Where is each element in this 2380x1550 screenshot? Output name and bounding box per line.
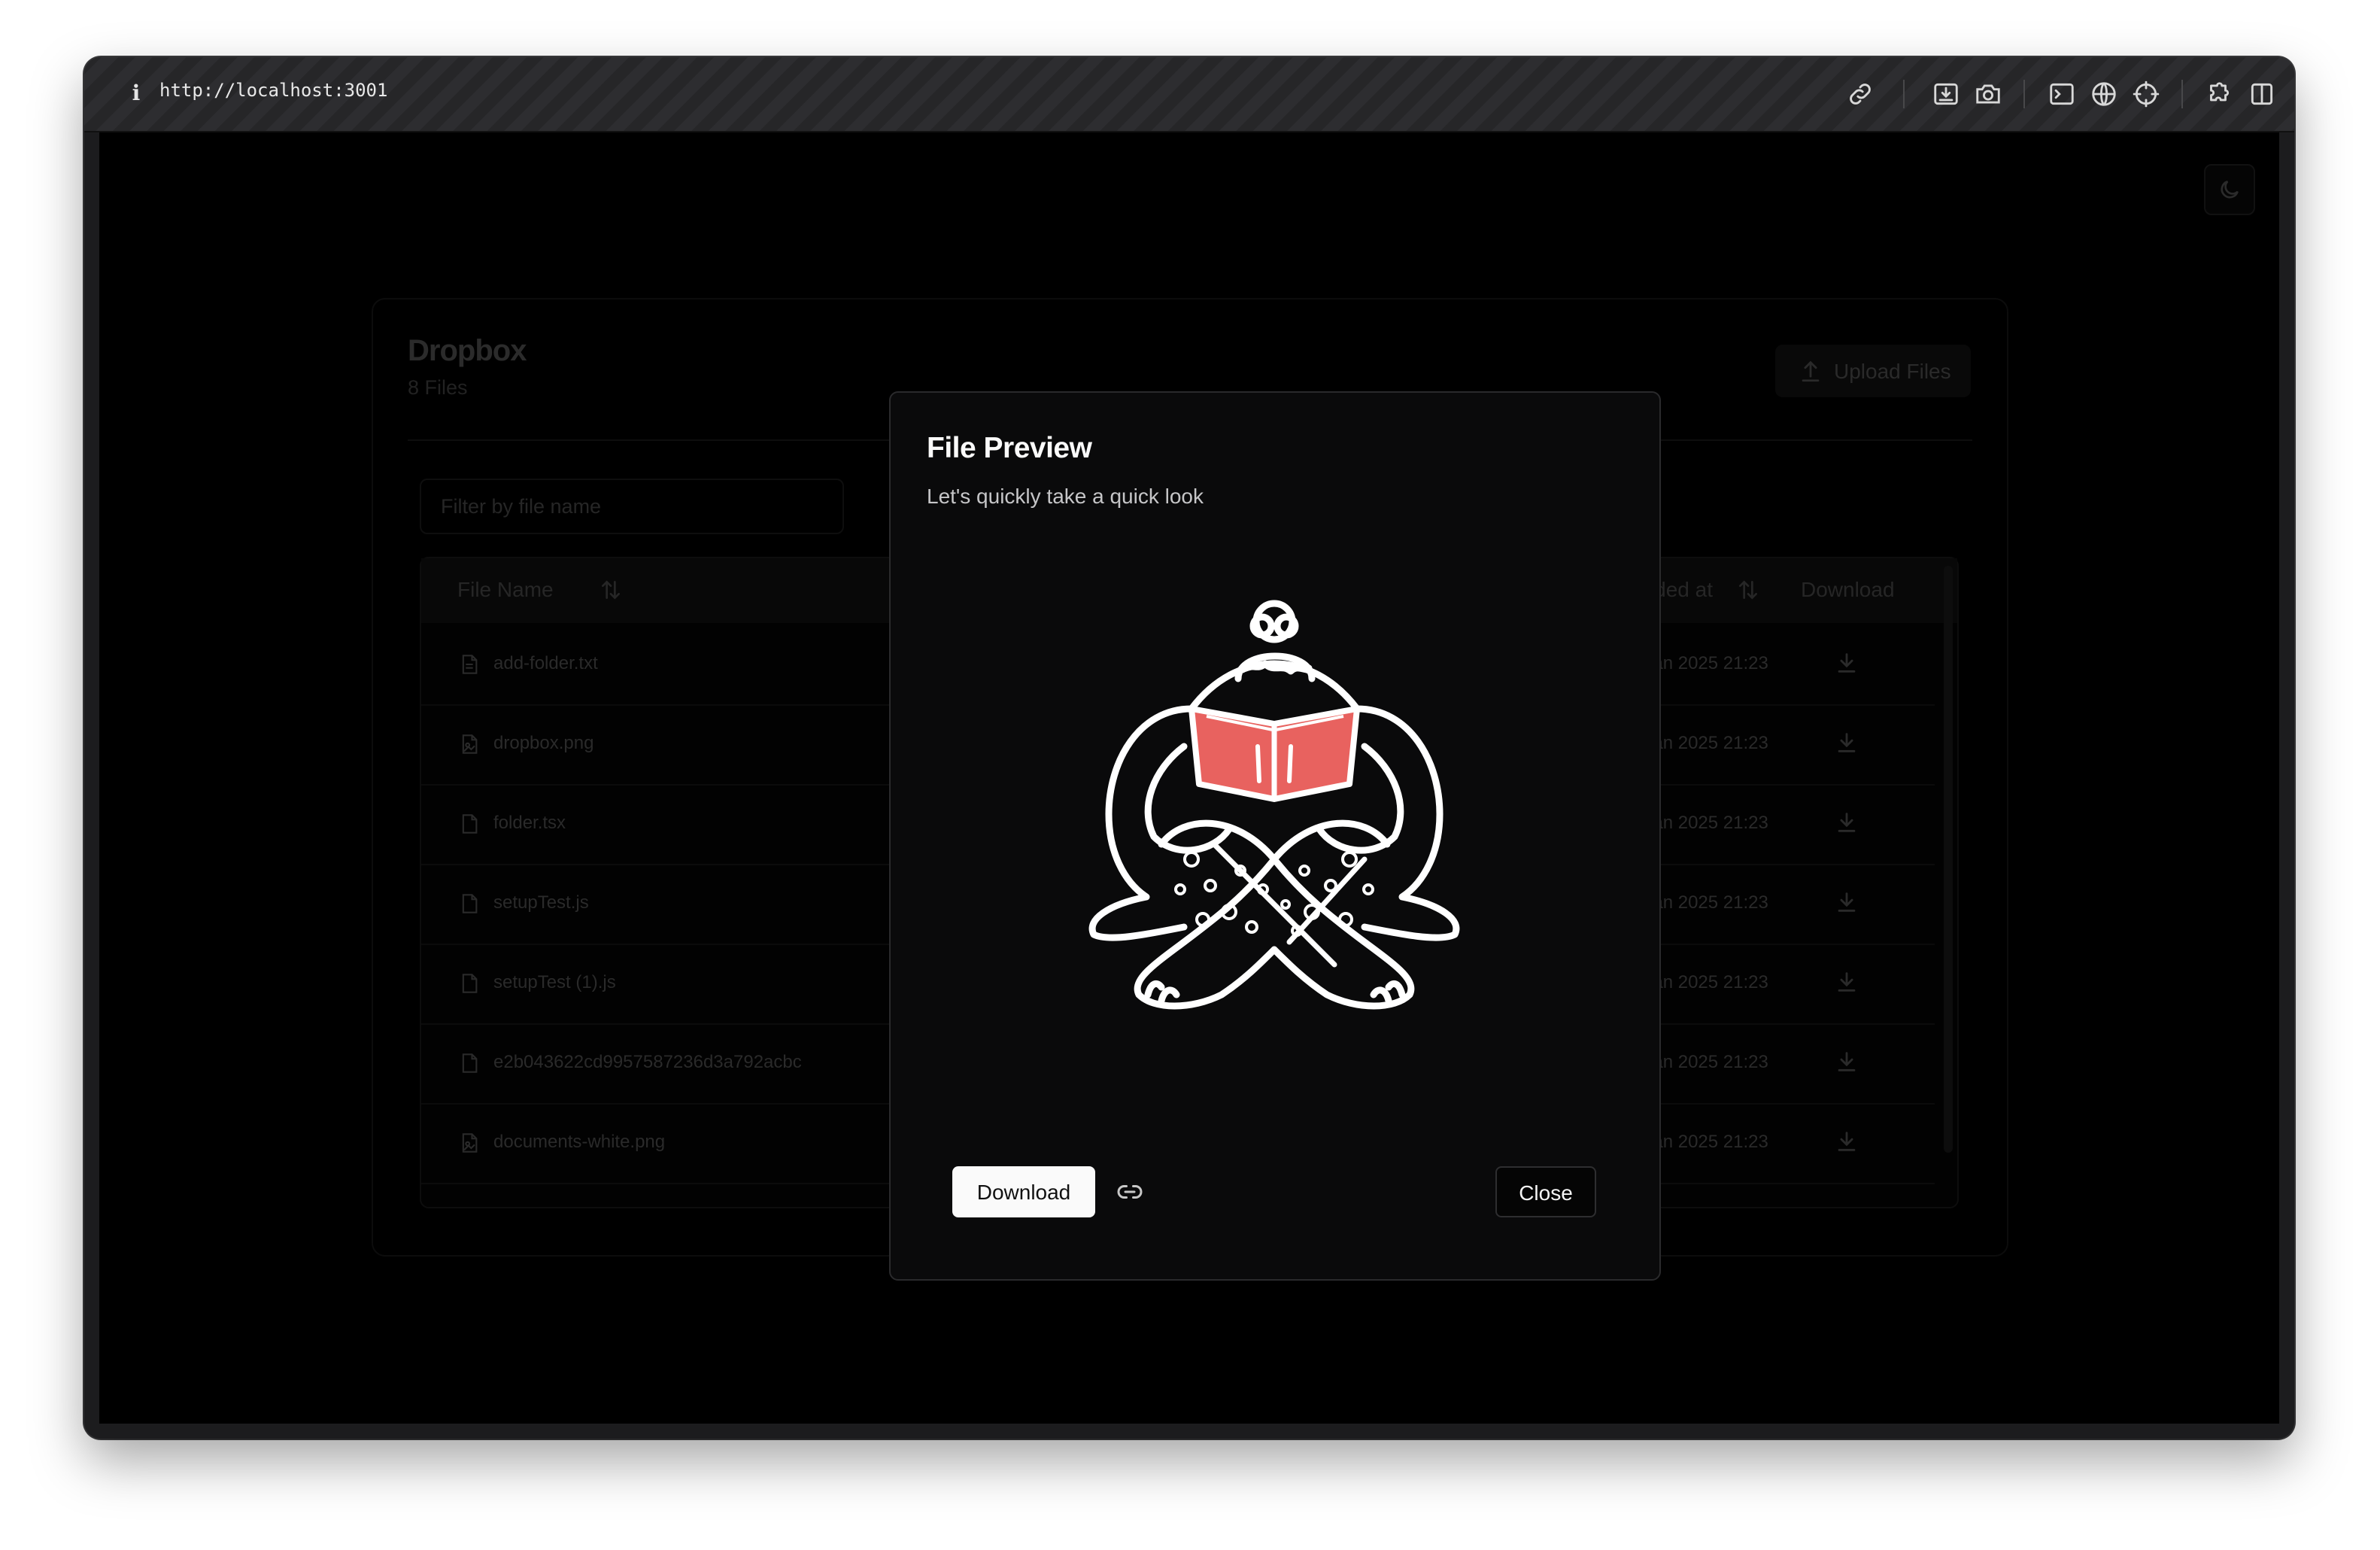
filter-field[interactable]: [420, 479, 844, 534]
download-icon[interactable]: [1834, 1049, 1859, 1074]
link-icon[interactable]: [1846, 80, 1875, 108]
globe-icon[interactable]: [2090, 80, 2118, 108]
page-viewport: Dropbox 8 Files Upload Files File Name U…: [99, 132, 2279, 1424]
toolbar-divider: [2181, 80, 2183, 108]
moon-icon: [2221, 181, 2239, 199]
file-icon: [462, 814, 478, 834]
image-file-icon: [462, 734, 478, 754]
upload-files-button[interactable]: Upload Files: [1775, 345, 1971, 397]
file-icon: [462, 894, 478, 913]
download-icon[interactable]: [1834, 730, 1859, 755]
filter-input[interactable]: [439, 491, 818, 522]
toolbar-divider: [1903, 80, 1905, 108]
file-name[interactable]: setupTest.js: [493, 892, 589, 913]
download-tray-icon[interactable]: [1932, 80, 1960, 108]
terminal-icon[interactable]: [2048, 80, 2076, 108]
crosshair-icon[interactable]: [2132, 80, 2160, 108]
browser-toolbar: i http://localhost:3001: [84, 57, 2294, 132]
page-title: Dropbox: [408, 334, 527, 367]
theme-toggle-button[interactable]: [2204, 164, 2255, 215]
dialog-subtitle: Let's quickly take a quick look: [927, 485, 1204, 508]
reading-person-illustration: [1088, 600, 1460, 1010]
upload-icon: [1802, 360, 1820, 382]
camera-icon[interactable]: [1974, 80, 2002, 108]
sort-icon[interactable]: [1736, 578, 1760, 602]
column-header-file-name[interactable]: File Name: [457, 578, 620, 602]
preview-image: [1079, 588, 1471, 1040]
extensions-icon[interactable]: [2204, 80, 2233, 108]
file-icon: [462, 1053, 478, 1073]
download-icon[interactable]: [1834, 810, 1859, 835]
table-scrollbar[interactable]: [1944, 566, 1953, 1153]
address-bar[interactable]: http://localhost:3001: [159, 80, 387, 101]
file-count: 8 Files: [408, 376, 468, 399]
sort-icon[interactable]: [599, 578, 623, 602]
copy-link-icon[interactable]: [1116, 1178, 1143, 1205]
file-icon: [462, 974, 478, 993]
browser-window: i http://localhost:3001 Dropbox 8 Files …: [84, 57, 2294, 1439]
download-button[interactable]: Download: [952, 1166, 1095, 1217]
file-name[interactable]: dropbox.png: [493, 733, 593, 754]
column-header-download: Download: [1801, 578, 1895, 601]
text-file-icon: [462, 655, 478, 674]
file-name[interactable]: e2b043622cd9957587236d3a792acbc: [493, 1052, 802, 1073]
file-name[interactable]: documents-white.png: [493, 1132, 665, 1153]
toolbar-divider: [2023, 80, 2025, 108]
download-icon[interactable]: [1834, 1129, 1859, 1154]
file-name[interactable]: folder.tsx: [493, 813, 566, 834]
download-icon[interactable]: [1834, 969, 1859, 995]
file-preview-dialog: File Preview Let's quickly take a quick …: [889, 391, 1661, 1281]
dialog-title: File Preview: [927, 432, 1092, 464]
file-name[interactable]: setupTest (1).js: [493, 972, 616, 993]
download-icon[interactable]: [1834, 889, 1859, 915]
split-view-icon[interactable]: [2248, 80, 2276, 108]
info-icon[interactable]: i: [125, 78, 147, 108]
close-button[interactable]: Close: [1495, 1166, 1596, 1217]
file-name[interactable]: add-folder.txt: [493, 653, 598, 674]
download-icon[interactable]: [1834, 650, 1859, 676]
upload-files-label: Upload Files: [1834, 360, 1951, 383]
image-file-icon: [462, 1133, 478, 1153]
